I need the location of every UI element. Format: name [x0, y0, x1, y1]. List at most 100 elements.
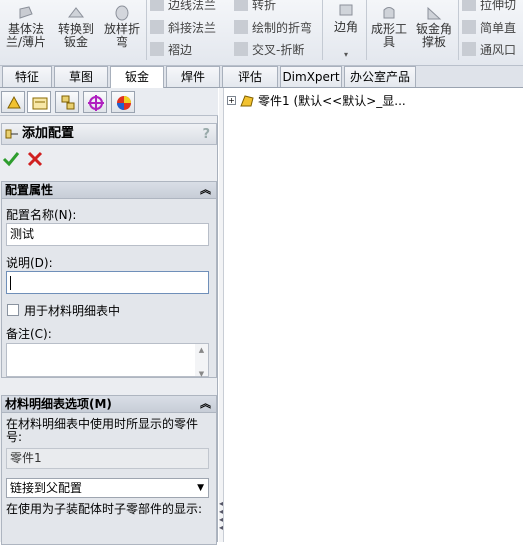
tab-weldments[interactable]: 焊件	[166, 66, 220, 87]
jog-label: 转折	[252, 0, 277, 12]
sketched-bend-button[interactable]: 绘制的折弯	[234, 18, 312, 36]
lofted-bend-button[interactable]: 放样折 弯	[100, 4, 144, 49]
edge-flange-button[interactable]: 边线法兰	[150, 0, 216, 13]
extruded-cut-button[interactable]: 拉伸切	[462, 0, 516, 13]
expand-toggle-icon[interactable]: +	[227, 96, 236, 105]
ribbon-toolbar: 基体法 兰/薄片 转换到 钣金 放样折 弯 边线法兰 转折 斜接法兰 绘制的折弯…	[0, 0, 523, 66]
lofted-bend-label: 放样折 弯	[103, 22, 140, 49]
child-display-select-value: 链接到父配置	[10, 481, 83, 495]
panel-tabs	[0, 88, 218, 116]
property-manager-title: 添加配置 ?	[1, 123, 217, 145]
vent-label: 通风口	[480, 42, 517, 57]
configuration-properties-header[interactable]: 配置属性 ︽	[2, 182, 216, 199]
vent-icon	[462, 42, 476, 56]
property-manager-panel: 添加配置 ? 配置属性 ︽ 配置名称(N): 测试 说明(D): 用于材料明细表…	[0, 88, 218, 545]
sheetmetal-gusset-icon	[427, 6, 442, 20]
ok-check-icon[interactable]	[2, 150, 20, 168]
hem-button[interactable]: 褶边	[150, 40, 192, 58]
tab-evaluate[interactable]: 评估	[222, 66, 278, 87]
child-display-description: 在使用为子装配体时子零部件的显示:	[6, 502, 203, 516]
sketched-bend-icon	[234, 20, 248, 34]
jog-icon	[234, 0, 248, 11]
convert-sheetmetal-icon	[67, 7, 85, 18]
property-manager-tab[interactable]	[27, 91, 51, 113]
tab-sketch[interactable]: 草图	[54, 66, 108, 87]
base-flange-icon	[19, 6, 33, 19]
part-icon	[240, 94, 254, 106]
vent-button[interactable]: 通风口	[462, 40, 516, 58]
corners-label: 边角	[333, 20, 358, 34]
miter-flange-icon	[150, 20, 164, 34]
edge-flange-label: 边线法兰	[168, 0, 217, 12]
forming-tool-icon	[383, 7, 395, 19]
convert-to-sheetmetal-button[interactable]: 转换到 钣金	[54, 4, 98, 49]
comment-scrollbar[interactable]: ▲ ▼	[195, 344, 208, 378]
child-display-select[interactable]: 链接到父配置 ▼	[6, 478, 209, 498]
ribbon-separator	[146, 0, 147, 60]
ribbon-separator	[458, 0, 459, 60]
collapse-chevron-icon[interactable]: ︽	[200, 396, 211, 412]
base-flange-button[interactable]: 基体法 兰/薄片	[4, 4, 48, 49]
bom-options-header[interactable]: 材料明细表选项(M) ︽	[2, 396, 216, 413]
forming-tool-label: 成形工 具	[370, 22, 407, 49]
extruded-cut-icon	[462, 0, 476, 11]
description-label: 说明(D):	[6, 256, 53, 270]
use-in-bom-label: 用于材料明细表中	[24, 304, 121, 318]
use-in-bom-checkbox[interactable]	[7, 304, 19, 316]
simple-hole-label: 简单直	[480, 20, 517, 35]
feature-tree-tab[interactable]	[1, 91, 25, 113]
bom-options-group: 材料明细表选项(M) ︽ 在材料明细表中使用时所显示的零件号: 零件1 链接到父…	[1, 395, 217, 545]
forming-tool-button[interactable]: 成形工 具	[368, 4, 410, 49]
extruded-cut-label: 拉伸切	[480, 0, 517, 12]
tab-dimxpert[interactable]: DimXpert	[280, 66, 342, 87]
comment-label: 备注(C):	[6, 327, 52, 341]
simple-hole-icon	[462, 20, 476, 34]
tab-features[interactable]: 特征	[2, 66, 52, 87]
configuration-name-label: 配置名称(N):	[6, 208, 77, 222]
sheetmetal-gusset-button[interactable]: 钣金角 撑板	[412, 4, 456, 49]
display-manager-tab[interactable]	[111, 91, 135, 113]
convert-sheetmetal-label: 转换到 钣金	[57, 22, 94, 49]
property-manager-icon	[32, 97, 48, 110]
cross-break-button[interactable]: 交叉-折断	[234, 40, 304, 58]
dropdown-arrow-icon: ▼	[197, 483, 204, 493]
base-flange-label: 基体法 兰/薄片	[5, 22, 47, 49]
cancel-x-icon[interactable]	[26, 150, 44, 168]
splitter-grip-icon[interactable]: ◂ ◂ ◂ ◂	[219, 500, 223, 532]
tab-office-products[interactable]: 办公室产品	[344, 66, 416, 87]
panel-splitter[interactable]: ◂ ◂ ◂ ◂	[219, 88, 224, 542]
corners-button[interactable]: 边角 ▾	[328, 2, 364, 61]
bom-options-title: 材料明细表选项(M)	[5, 397, 112, 411]
add-configuration-icon	[5, 129, 18, 139]
ribbon-separator	[366, 0, 367, 60]
description-input[interactable]	[6, 271, 209, 294]
cross-break-icon	[234, 42, 248, 56]
configuration-name-input[interactable]: 测试	[6, 223, 209, 246]
corners-dropdown-icon[interactable]: ▾	[328, 48, 364, 61]
edge-flange-icon	[150, 0, 164, 11]
feature-tree-root[interactable]: + 零件1 (默认<<默认>_显...	[227, 92, 406, 109]
jog-button[interactable]: 转折	[234, 0, 276, 13]
text-caret	[10, 275, 11, 290]
miter-flange-label: 斜接法兰	[168, 20, 217, 35]
feature-tree-icon	[7, 95, 21, 109]
part-number-field: 零件1	[6, 448, 209, 469]
simple-hole-button[interactable]: 简单直	[462, 18, 516, 36]
dimxpert-manager-tab[interactable]	[83, 91, 107, 113]
hem-label: 褶边	[168, 42, 193, 57]
help-icon[interactable]: ?	[202, 125, 210, 145]
collapse-chevron-icon[interactable]: ︽	[200, 182, 211, 198]
corners-icon	[339, 4, 353, 16]
miter-flange-button[interactable]: 斜接法兰	[150, 18, 216, 36]
configuration-properties-title: 配置属性	[5, 183, 54, 197]
lofted-bend-icon	[115, 5, 129, 21]
command-manager-tabs: 特征 草图 钣金 焊件 评估 DimXpert 办公室产品	[0, 66, 523, 88]
display-manager-icon	[117, 96, 131, 110]
dimxpert-icon	[88, 95, 104, 111]
configuration-manager-tab[interactable]	[55, 91, 79, 113]
cross-break-label: 交叉-折断	[252, 42, 305, 57]
comment-textarea[interactable]: ▲ ▼	[6, 343, 209, 378]
tab-sheetmetal[interactable]: 钣金	[110, 66, 164, 88]
sheetmetal-gusset-label: 钣金角 撑板	[415, 22, 452, 49]
bom-part-number-description: 在材料明细表中使用时所显示的零件号:	[6, 417, 199, 444]
